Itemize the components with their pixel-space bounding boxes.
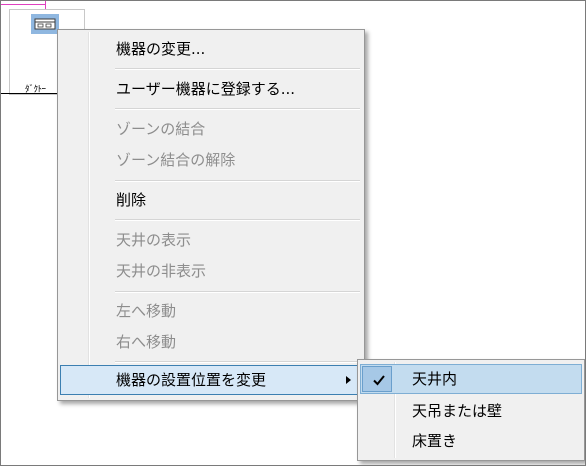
menu-separator <box>115 180 360 182</box>
menu-item-show-ceiling: 天井の表示 <box>60 226 362 254</box>
menu-item-move-left: 左へ移動 <box>60 297 362 325</box>
menu-separator <box>115 361 360 363</box>
menu-item-change-install-position[interactable]: 機器の設置位置を変更 <box>60 365 362 395</box>
app-window: ﾀﾞｸﾄｰ 機器の変更... ユーザー機器に登録する... ゾーンの結合 ゾーン… <box>0 0 586 466</box>
selection-guide-line <box>1 4 45 5</box>
menu-separator <box>115 291 360 293</box>
menu-item-label: 機器の変更... <box>116 40 206 58</box>
submenu-item-in-ceiling[interactable]: 天井内 <box>360 364 582 394</box>
submenu-item-ceiling-hung-or-wall[interactable]: 天吊または壁 <box>360 396 582 426</box>
check-cell <box>362 366 392 392</box>
submenu-item-label: 床置き <box>412 432 458 450</box>
device-icon[interactable] <box>31 14 59 34</box>
menu-separator <box>115 108 360 110</box>
menu-item-label: 機器の設置位置を変更 <box>116 371 267 389</box>
menu-item-register-user-device[interactable]: ユーザー機器に登録する... <box>60 75 362 103</box>
menu-item-label: 右へ移動 <box>116 333 177 351</box>
menu-separator <box>115 219 360 221</box>
menu-item-label: ゾーンの結合 <box>116 120 206 138</box>
submenu-item-label: 天井内 <box>412 370 458 388</box>
menu-item-label: 天井の表示 <box>116 231 192 249</box>
menu-item-change-device[interactable]: 機器の変更... <box>60 35 362 63</box>
install-position-submenu: 天井内 天吊または壁 床置き <box>357 359 585 461</box>
checkmark-icon <box>373 375 385 386</box>
menu-item-label: 天井の非表示 <box>116 262 207 280</box>
menu-item-join-zones: ゾーンの結合 <box>60 115 362 143</box>
menu-item-label: ゾーン結合の解除 <box>116 151 236 169</box>
menu-separator <box>115 68 360 70</box>
menu-item-label: ユーザー機器に登録する... <box>116 80 296 98</box>
menu-item-delete[interactable]: 削除 <box>60 186 362 214</box>
menu-item-move-right: 右へ移動 <box>60 328 362 356</box>
wall-line <box>1 93 59 94</box>
menu-item-label: 削除 <box>116 191 147 209</box>
menu-item-label: 左へ移動 <box>116 302 177 320</box>
submenu-item-floor-standing[interactable]: 床置き <box>360 426 582 456</box>
menu-item-hide-ceiling: 天井の非表示 <box>60 257 362 285</box>
submenu-item-label: 天吊または壁 <box>412 402 503 420</box>
chevron-right-icon <box>346 376 351 384</box>
menu-item-unjoin-zones: ゾーン結合の解除 <box>60 146 362 174</box>
context-menu: 機器の変更... ユーザー機器に登録する... ゾーンの結合 ゾーン結合の解除 … <box>57 29 365 401</box>
